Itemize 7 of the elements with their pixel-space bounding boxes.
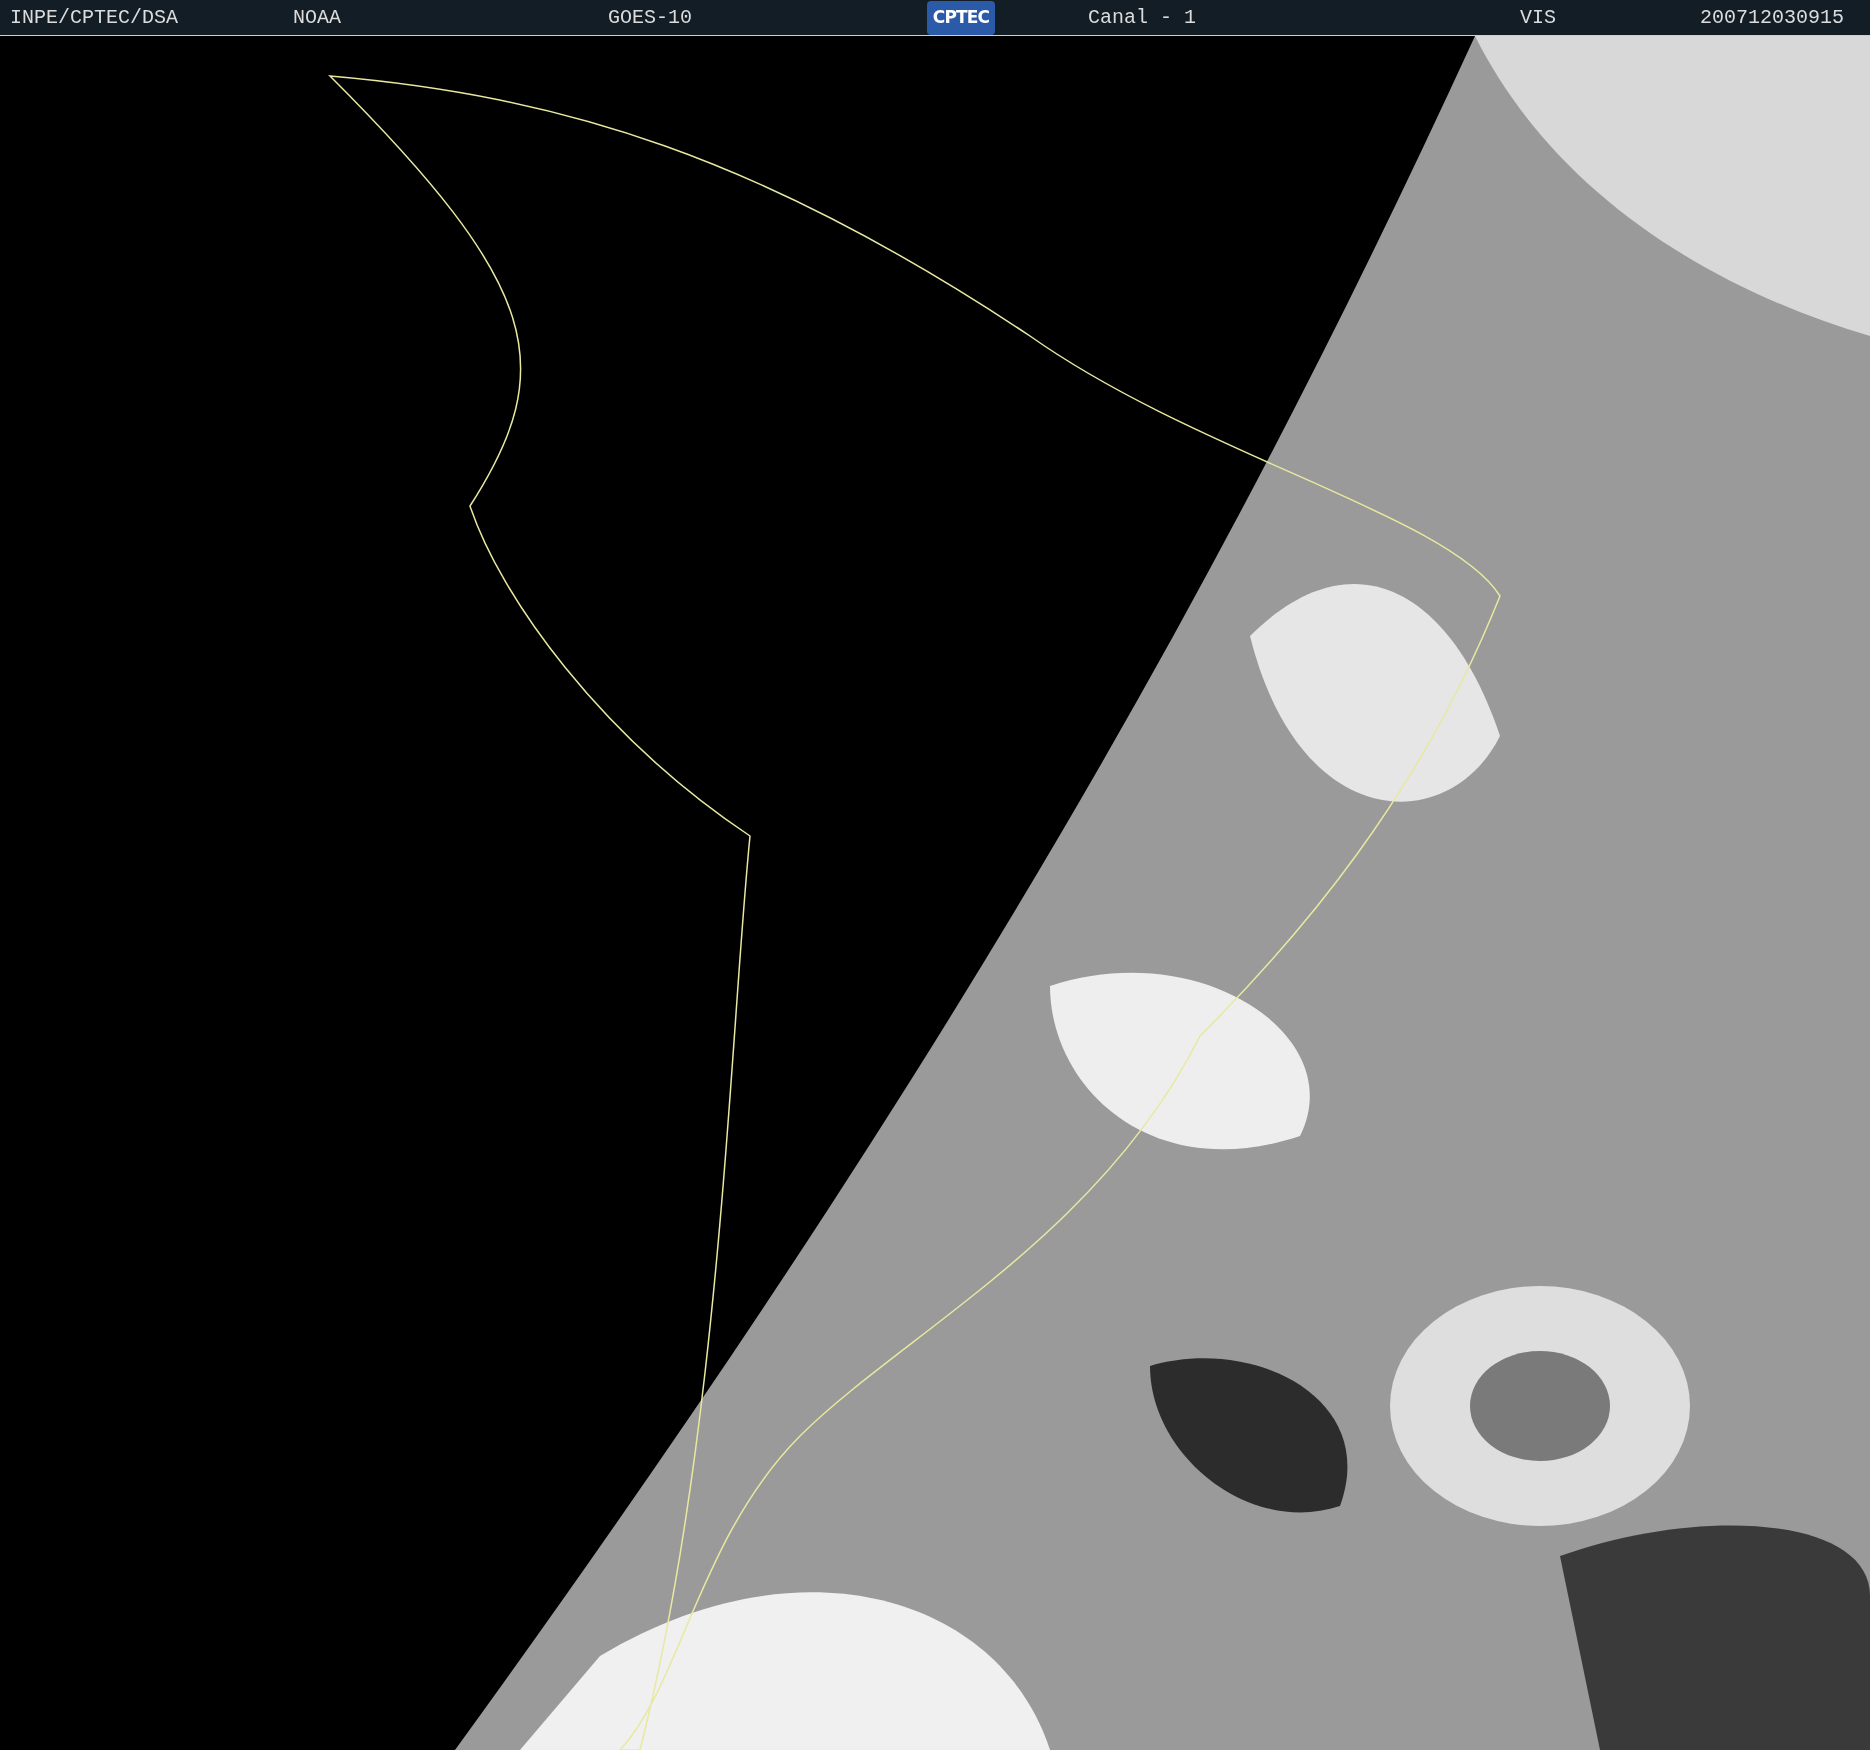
cptec-logo: CPTEC (927, 0, 995, 35)
header-label: VIS (1520, 5, 1556, 29)
header-label: NOAA (293, 5, 341, 29)
header-label: Canal - 1 (1088, 5, 1197, 29)
header-label: GOES-10 (608, 5, 692, 29)
header-label: INPE/CPTEC/DSA (10, 5, 179, 29)
header-label: 200712030915 (1700, 5, 1845, 29)
